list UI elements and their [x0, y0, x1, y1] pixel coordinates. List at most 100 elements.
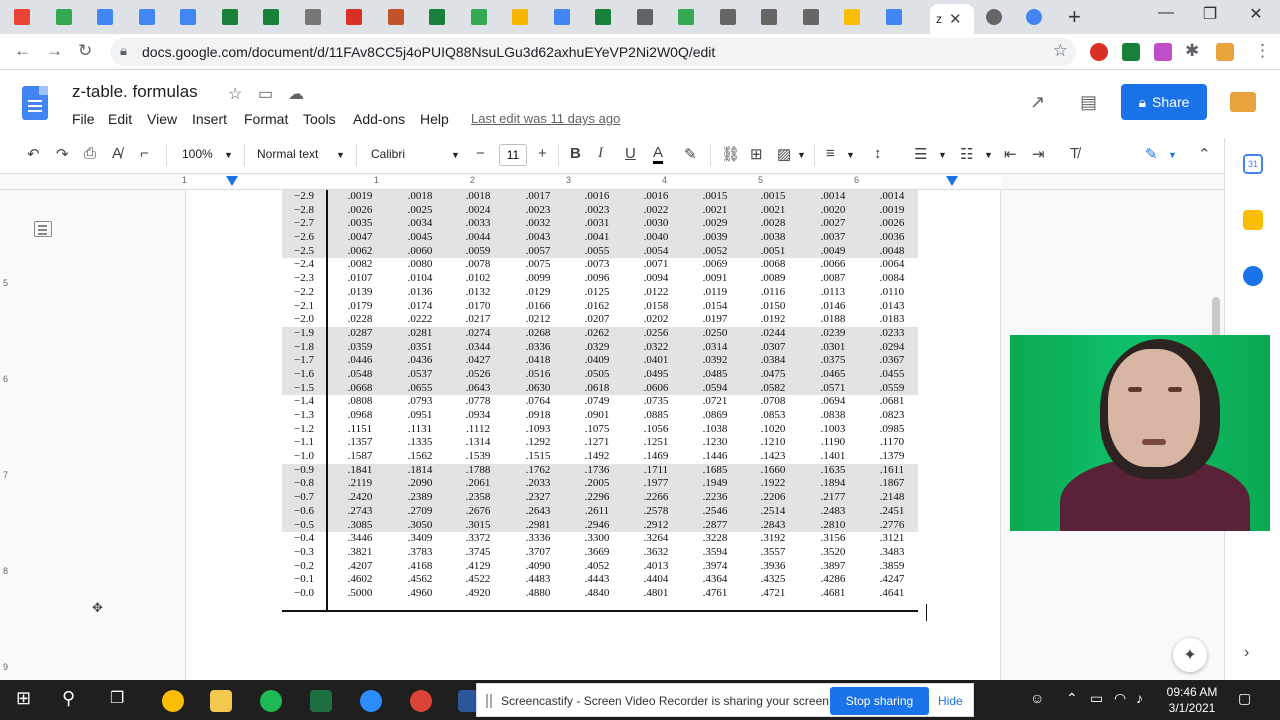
bulleted-list-dropdown-icon[interactable]: ▼	[984, 150, 993, 160]
lock-icon[interactable]: 🔒︎	[120, 43, 127, 59]
menu-view[interactable]: View	[147, 111, 177, 127]
last-edit-link[interactable]: Last edit was 11 days ago	[471, 111, 620, 126]
close-tab-icon[interactable]: ✕	[949, 10, 962, 28]
cloud-status-icon[interactable]: ☁	[288, 84, 304, 104]
profile-avatar-icon[interactable]	[1216, 43, 1234, 61]
browser-tab[interactable]	[548, 6, 584, 28]
italic-icon[interactable]: I	[598, 145, 603, 162]
font-select[interactable]: Calibri	[371, 147, 405, 161]
zoom-icon[interactable]	[360, 690, 382, 712]
reload-icon[interactable]: ↻	[78, 41, 92, 61]
browser-tab[interactable]	[174, 6, 210, 28]
zoom-dropdown-icon[interactable]: ▼	[224, 150, 233, 160]
bulleted-list-icon[interactable]: ☷	[960, 145, 973, 163]
tasks-icon[interactable]	[1243, 266, 1263, 286]
docs-logo-icon[interactable]	[22, 86, 48, 120]
volume-icon[interactable]: ♪	[1136, 690, 1143, 706]
drag-handle-icon[interactable]	[486, 694, 492, 708]
bold-icon[interactable]: B	[570, 145, 581, 162]
browser-tab[interactable]	[423, 6, 459, 28]
browser-tab[interactable]	[797, 6, 833, 28]
underline-icon[interactable]: U	[625, 145, 636, 162]
stop-sharing-button[interactable]: Stop sharing	[830, 687, 929, 715]
file-explorer-icon[interactable]	[210, 690, 232, 712]
scrollbar-thumb[interactable]	[1212, 297, 1220, 337]
browser-tab[interactable]	[340, 6, 376, 28]
insert-image-icon[interactable]: ▨	[777, 145, 791, 163]
image-dropdown-icon[interactable]: ▼	[797, 150, 806, 160]
text-color-icon[interactable]: A	[653, 145, 664, 164]
move-folder-icon[interactable]: ▭	[258, 84, 273, 104]
search-icon[interactable]: ⚲	[62, 688, 75, 709]
new-tab-icon[interactable]: +	[1068, 4, 1081, 30]
align-icon[interactable]: ≡	[826, 145, 835, 162]
paragraph-style-select[interactable]: Normal text	[257, 147, 318, 161]
increase-font-icon[interactable]: +	[538, 145, 547, 162]
add-comment-icon[interactable]: ⊞	[750, 145, 763, 163]
forward-icon[interactable]: →	[46, 41, 63, 61]
redo-icon[interactable]: ↷	[56, 145, 69, 163]
back-icon[interactable]: ←	[14, 41, 31, 61]
expand-side-panel-icon[interactable]: ›	[1244, 644, 1249, 662]
task-view-icon[interactable]: ❐	[110, 688, 124, 708]
hide-menus-icon[interactable]: ⌃	[1198, 145, 1211, 163]
url-text[interactable]: docs.google.com/document/d/11FAv8CC5j4oP…	[142, 44, 715, 60]
excel-icon[interactable]	[310, 690, 332, 712]
browser-tab[interactable]	[880, 6, 916, 28]
browser-tab[interactable]	[50, 6, 86, 28]
menu-edit[interactable]: Edit	[108, 111, 132, 127]
menu-format[interactable]: Format	[244, 111, 288, 127]
calendar-icon[interactable]: 31	[1243, 154, 1263, 174]
decrease-font-icon[interactable]: −	[476, 145, 485, 162]
account-avatar[interactable]	[1230, 92, 1256, 112]
menu-help[interactable]: Help	[420, 111, 449, 127]
comments-icon[interactable]: ▤	[1080, 92, 1097, 113]
chrome-second-icon[interactable]	[410, 690, 432, 712]
chrome-taskbar-icon[interactable]	[162, 690, 184, 712]
print-icon[interactable]: ⎙	[84, 145, 96, 162]
wifi-icon[interactable]: ◠	[1114, 690, 1126, 707]
keep-icon[interactable]	[1243, 210, 1263, 230]
line-spacing-icon[interactable]: ↕	[874, 145, 882, 162]
share-button[interactable]: 🔒︎ Share	[1121, 84, 1207, 120]
align-dropdown-icon[interactable]: ▼	[846, 150, 855, 160]
bookmark-star-icon[interactable]: ☆	[1053, 41, 1068, 61]
notifications-icon[interactable]: ▢	[1238, 690, 1251, 707]
decrease-indent-icon[interactable]: ⇤	[1004, 145, 1017, 163]
browser-tab[interactable]	[838, 6, 874, 28]
browser-tab[interactable]	[8, 6, 44, 28]
spellcheck-icon[interactable]: A̸	[112, 145, 122, 162]
browser-tab[interactable]	[299, 6, 335, 28]
browser-tab[interactable]	[672, 6, 708, 28]
editing-mode-dropdown-icon[interactable]: ▼	[1168, 150, 1177, 160]
browser-tab[interactable]	[133, 6, 169, 28]
menu-addons[interactable]: Add-ons	[353, 111, 405, 127]
extension-record-icon[interactable]	[1090, 43, 1108, 61]
tab-active[interactable]: z ✕	[930, 4, 974, 34]
numbered-list-dropdown-icon[interactable]: ▼	[938, 150, 947, 160]
spotify-icon[interactable]	[260, 690, 282, 712]
explore-button[interactable]: ✦	[1173, 638, 1207, 672]
close-window-icon[interactable]: ✕	[1236, 4, 1276, 24]
browser-tab[interactable]	[755, 6, 791, 28]
link-icon[interactable]: ⛓	[721, 145, 740, 163]
paint-format-icon[interactable]: ⌐	[140, 145, 149, 162]
document-outline-icon[interactable]	[34, 221, 52, 237]
minimize-icon[interactable]: —	[1146, 4, 1186, 22]
battery-icon[interactable]: ▭	[1090, 690, 1103, 707]
windows-start-icon[interactable]: ⊞	[16, 688, 31, 709]
browser-tab[interactable]	[382, 6, 418, 28]
highlight-icon[interactable]: ✎	[684, 145, 697, 163]
people-icon[interactable]: ☺	[1030, 690, 1044, 706]
numbered-list-icon[interactable]: ☰	[914, 145, 927, 163]
taskbar-clock[interactable]: 09:46 AM 3/1/2021	[1160, 684, 1224, 716]
zoom-select[interactable]: 100%	[182, 147, 213, 161]
font-dropdown-icon[interactable]: ▼	[451, 150, 460, 160]
tray-chevron-icon[interactable]: ⌃	[1066, 690, 1078, 707]
extensions-puzzle-icon[interactable]: ✱	[1185, 41, 1199, 61]
font-size-input[interactable]: 11	[499, 144, 527, 166]
menu-tools[interactable]: Tools	[303, 111, 336, 127]
restore-icon[interactable]: ❐	[1190, 4, 1230, 24]
browser-tab[interactable]	[91, 6, 127, 28]
extension-sheets-icon[interactable]	[1122, 43, 1140, 61]
